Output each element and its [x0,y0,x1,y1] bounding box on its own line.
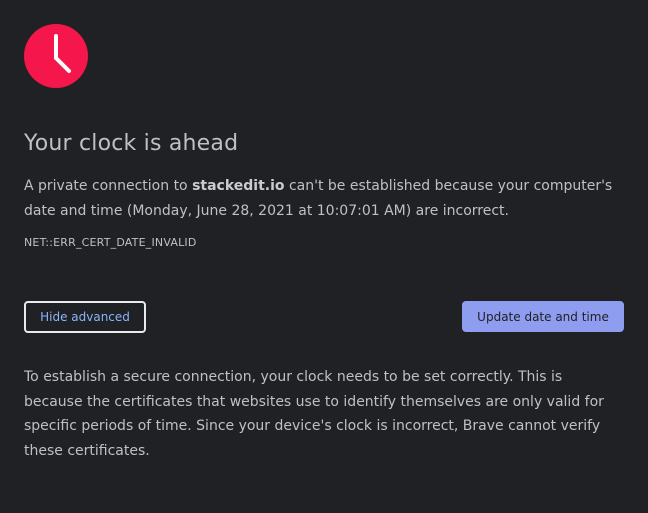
page-title: Your clock is ahead [24,131,239,156]
host-name: stackedit.io [192,178,285,194]
main-message: A private connection to stackedit.io can… [24,174,624,224]
button-row: Hide advanced Update date and time [24,301,624,333]
error-code: NET::ERR_CERT_DATE_INVALID [24,236,197,249]
message-prefix: A private connection to [24,178,193,194]
hide-advanced-button[interactable]: Hide advanced [24,301,146,333]
update-date-time-button[interactable]: Update date and time [462,301,624,332]
clock-icon [24,24,88,88]
details-text: To establish a secure connection, your c… [24,369,604,459]
interstitial-page: Your clock is ahead A private connection… [24,24,624,463]
